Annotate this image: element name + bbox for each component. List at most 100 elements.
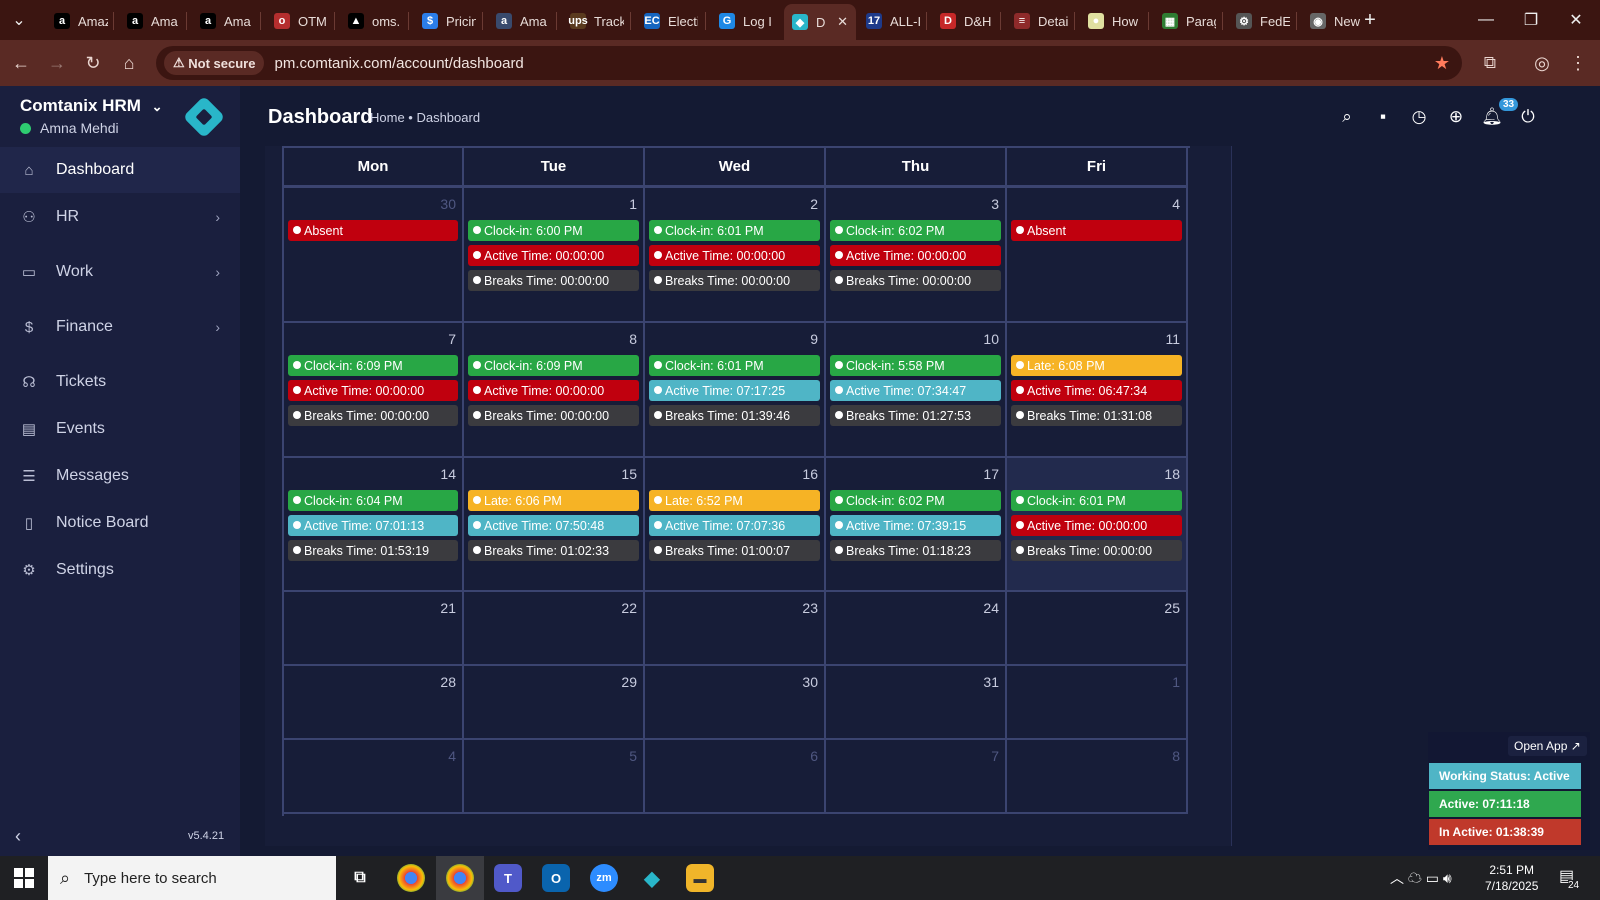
attendance-event[interactable]: Breaks Time: 00:00:00 bbox=[468, 270, 639, 291]
attendance-event[interactable]: Breaks Time: 01:18:23 bbox=[830, 540, 1001, 561]
taskbar-search-input[interactable]: ⌕ Type here to search bbox=[48, 856, 336, 900]
calendar-day-cell[interactable]: 29 bbox=[464, 666, 645, 740]
collapse-sidebar-icon[interactable]: ‹ bbox=[15, 826, 21, 847]
browser-menu-icon[interactable]: ⋮ bbox=[1563, 48, 1593, 78]
omnibox[interactable]: ⚠ Not secure pm.comtanix.com/account/das… bbox=[156, 46, 1462, 80]
attendance-event[interactable]: Breaks Time: 01:02:33 bbox=[468, 540, 639, 561]
search-icon[interactable]: ⌕ bbox=[1336, 106, 1358, 128]
comtanix-app-icon[interactable]: ◆ bbox=[638, 864, 666, 892]
calendar-day-cell[interactable]: 17 Clock-in: 6:02 PM Active Time: 07:39:15… bbox=[826, 458, 1007, 592]
browser-tab[interactable]: ⚙ FedE bbox=[1228, 6, 1290, 36]
sidebar-item-notice-board[interactable]: ▯ Notice Board bbox=[0, 500, 240, 546]
system-tray-icons[interactable]: ︿ ☁ ▭ 🔊︎ bbox=[1390, 868, 1452, 888]
calendar-day-cell[interactable]: 4 Absent bbox=[1007, 188, 1188, 323]
attendance-event[interactable]: Breaks Time: 01:00:07 bbox=[649, 540, 820, 561]
home-icon[interactable]: ⌂ bbox=[114, 48, 144, 78]
attendance-event[interactable]: Active Time: 00:00:00 bbox=[1011, 515, 1182, 536]
attendance-event[interactable]: Breaks Time: 00:00:00 bbox=[468, 405, 639, 426]
add-circle-icon[interactable]: ⊕ bbox=[1445, 106, 1467, 128]
calendar-day-cell[interactable]: 5 bbox=[464, 740, 645, 814]
chrome-icon[interactable] bbox=[397, 864, 425, 892]
calendar-day-cell[interactable]: 24 bbox=[826, 592, 1007, 666]
attendance-event[interactable]: Breaks Time: 01:39:46 bbox=[649, 405, 820, 426]
browser-tab[interactable]: a Amaz bbox=[46, 6, 108, 36]
calendar-day-cell[interactable]: 11 Late: 6:08 PM Active Time: 06:47:34 Brea… bbox=[1007, 323, 1188, 458]
calendar-day-cell[interactable]: 6 bbox=[645, 740, 826, 814]
attendance-event[interactable]: Clock-in: 6:01 PM bbox=[1011, 490, 1182, 511]
attendance-event[interactable]: Clock-in: 6:01 PM bbox=[649, 355, 820, 376]
calendar-day-cell[interactable]: 7 Clock-in: 6:09 PM Active Time: 00:00:00 B… bbox=[284, 323, 464, 458]
calendar-day-cell[interactable]: 15 Late: 6:06 PM Active Time: 07:50:48 Brea… bbox=[464, 458, 645, 592]
attendance-event[interactable]: Clock-in: 6:00 PM bbox=[468, 220, 639, 241]
attendance-event[interactable]: Active Time: 00:00:00 bbox=[830, 245, 1001, 266]
calendar-day-cell[interactable]: 30 Absent bbox=[284, 188, 464, 323]
back-icon[interactable]: ← bbox=[6, 48, 36, 78]
browser-tab[interactable]: ▦ Parag bbox=[1154, 6, 1216, 36]
attendance-event[interactable]: Clock-in: 6:09 PM bbox=[468, 355, 639, 376]
profile-icon[interactable]: ◎ bbox=[1527, 48, 1557, 78]
sidebar-item-messages[interactable]: ☰ Messages bbox=[0, 453, 240, 499]
attendance-event[interactable]: Breaks Time: 00:00:00 bbox=[649, 270, 820, 291]
task-view-icon[interactable]: ⧉ bbox=[346, 864, 374, 892]
attendance-event[interactable]: Breaks Time: 01:53:19 bbox=[288, 540, 458, 561]
reload-icon[interactable]: ↻ bbox=[78, 48, 108, 78]
attendance-event[interactable]: Active Time: 07:34:47 bbox=[830, 380, 1001, 401]
attendance-event[interactable]: Active Time: 00:00:00 bbox=[468, 245, 639, 266]
sidebar-item-dashboard[interactable]: ⌂ Dashboard bbox=[0, 147, 240, 193]
calendar-day-cell[interactable]: 22 bbox=[464, 592, 645, 666]
windows-start-icon[interactable] bbox=[14, 868, 34, 888]
browser-tab[interactable]: a Ama bbox=[119, 6, 181, 36]
app-logo-icon[interactable] bbox=[182, 95, 226, 139]
calendar-day-cell[interactable]: 8 bbox=[1007, 740, 1188, 814]
attendance-event[interactable]: Absent bbox=[1011, 220, 1182, 241]
calendar-day-cell[interactable]: 28 bbox=[284, 666, 464, 740]
attendance-event[interactable]: Active Time: 07:01:13 bbox=[288, 515, 458, 536]
attendance-event[interactable]: Clock-in: 6:02 PM bbox=[830, 490, 1001, 511]
browser-tab[interactable]: 17 ALL-I bbox=[858, 6, 920, 36]
zoom-icon[interactable]: zm bbox=[590, 864, 618, 892]
calendar-day-cell[interactable]: 18 Clock-in: 6:01 PM Active Time: 00:00:00… bbox=[1007, 458, 1188, 592]
outlook-icon[interactable]: O bbox=[542, 864, 570, 892]
sidebar-item-events[interactable]: ▤ Events bbox=[0, 406, 240, 452]
attendance-event[interactable]: Clock-in: 6:01 PM bbox=[649, 220, 820, 241]
attendance-event[interactable]: Active Time: 00:00:00 bbox=[649, 245, 820, 266]
minimize-icon[interactable]: — bbox=[1463, 0, 1509, 40]
browser-tab[interactable]: o OTM bbox=[266, 6, 328, 36]
chevron-down-icon[interactable]: ⌄ bbox=[152, 99, 163, 114]
calendar-day-cell[interactable]: 7 bbox=[826, 740, 1007, 814]
calendar-day-cell[interactable]: 8 Clock-in: 6:09 PM Active Time: 00:00:00 B… bbox=[464, 323, 645, 458]
attendance-event[interactable]: Breaks Time: 01:31:08 bbox=[1011, 405, 1182, 426]
chrome-profile-icon[interactable] bbox=[446, 864, 474, 892]
browser-tab[interactable]: $ Pricin bbox=[414, 6, 476, 36]
browser-tab[interactable]: a Ama bbox=[488, 6, 550, 36]
browser-tab[interactable]: ≡ Detai bbox=[1006, 6, 1068, 36]
sidebar-item-finance[interactable]: $ Finance › bbox=[0, 304, 240, 350]
sidebar-item-settings[interactable]: ⚙ Settings bbox=[0, 547, 240, 593]
browser-tab[interactable]: a Ama bbox=[192, 6, 254, 36]
forward-icon[interactable]: → bbox=[42, 48, 72, 78]
sidebar-item-hr[interactable]: ⚇ HR › bbox=[0, 194, 240, 240]
calendar-day-cell[interactable]: 9 Clock-in: 6:01 PM Active Time: 07:17:25 B… bbox=[645, 323, 826, 458]
attendance-event[interactable]: Breaks Time: 01:27:53 bbox=[830, 405, 1001, 426]
attendance-event[interactable]: Active Time: 06:47:34 bbox=[1011, 380, 1182, 401]
security-indicator[interactable]: ⚠ Not secure bbox=[164, 51, 265, 75]
calendar-day-cell[interactable]: 10 Clock-in: 5:58 PM Active Time: 07:34:47… bbox=[826, 323, 1007, 458]
calendar-day-cell[interactable]: 2 Clock-in: 6:01 PM Active Time: 00:00:00 B… bbox=[645, 188, 826, 323]
brand-name[interactable]: Comtanix HRM ⌄ bbox=[20, 96, 163, 116]
calendar-day-cell[interactable]: 16 Late: 6:52 PM Active Time: 07:07:36 Brea… bbox=[645, 458, 826, 592]
browser-tab[interactable]: G Log I bbox=[711, 6, 773, 36]
url-text[interactable]: pm.comtanix.com/account/dashboard bbox=[274, 55, 523, 72]
tab-search-icon[interactable]: ⌄ bbox=[0, 0, 38, 40]
calendar-day-cell[interactable]: 1 bbox=[1007, 666, 1188, 740]
calendar-day-cell[interactable]: 14 Clock-in: 6:04 PM Active Time: 07:01:13… bbox=[284, 458, 464, 592]
attendance-event[interactable]: Late: 6:52 PM bbox=[649, 490, 820, 511]
attendance-event[interactable]: Active Time: 00:00:00 bbox=[468, 380, 639, 401]
attendance-event[interactable]: Clock-in: 6:09 PM bbox=[288, 355, 458, 376]
calendar-day-cell[interactable]: 3 Clock-in: 6:02 PM Active Time: 00:00:00 B… bbox=[826, 188, 1007, 323]
browser-tab[interactable]: EC Electi bbox=[636, 6, 698, 36]
clock-icon[interactable]: ◷ bbox=[1408, 106, 1430, 128]
calendar-day-cell[interactable]: 30 bbox=[645, 666, 826, 740]
extensions-icon[interactable]: ⧉ bbox=[1475, 48, 1505, 78]
attendance-event[interactable]: Active Time: 00:00:00 bbox=[288, 380, 458, 401]
attendance-event[interactable]: Clock-in: 5:58 PM bbox=[830, 355, 1001, 376]
